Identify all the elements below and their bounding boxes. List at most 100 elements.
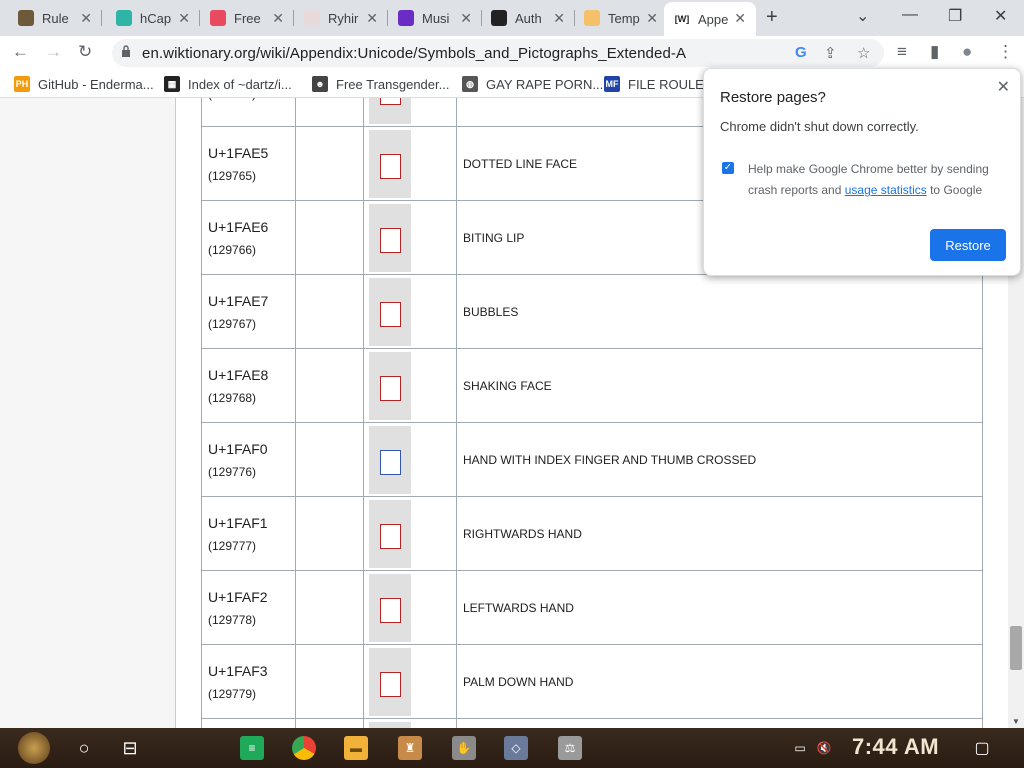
character-name: LEFTWARDS HAND — [463, 600, 574, 615]
tab-search-chevron-icon[interactable]: ⌄ — [856, 6, 869, 26]
scroll-down-arrow-icon[interactable]: ▼ — [1012, 717, 1020, 726]
pinned-app-icon-3[interactable]: ⚖ — [558, 736, 582, 760]
tab-close-icon[interactable]: ✕ — [272, 10, 284, 27]
reload-button[interactable]: ↻ — [78, 42, 92, 62]
decimal-text: (129776) — [208, 464, 257, 479]
profile-avatar-icon[interactable]: ● — [962, 42, 972, 62]
codepoint-cell: (129764) — [201, 98, 296, 127]
share-icon[interactable]: ⇪ — [824, 44, 837, 62]
character-name-cell: RIGHTWARDS HAND — [456, 496, 983, 571]
character-name-cell: LEFTWARDS HAND — [456, 570, 983, 645]
taskbar-clock[interactable]: 7:44 AM — [852, 734, 939, 760]
tab-5[interactable]: Auth ✕ — [481, 4, 575, 32]
tab-2[interactable]: Free ✕ — [200, 4, 294, 32]
pinned-app-icon-2[interactable]: ✋ — [452, 736, 476, 760]
glyph-cell — [363, 126, 457, 201]
usage-statistics-link[interactable]: usage statistics — [845, 183, 927, 197]
bookmark-star-icon[interactable]: ☆ — [857, 44, 870, 62]
bookmark-item[interactable]: PH GitHub - Enderma... — [14, 76, 154, 92]
dialog-message: Chrome didn't shut down correctly. — [720, 119, 919, 134]
minimize-button[interactable]: — — [902, 6, 918, 24]
restore-button[interactable]: Restore — [930, 229, 1006, 261]
codepoint-cell: U+1FAF1 (129777) — [201, 496, 296, 571]
empty-cell — [295, 570, 364, 645]
missing-glyph-icon — [380, 449, 401, 475]
tab-title: Ryhir — [328, 10, 359, 26]
tab-close-icon[interactable]: ✕ — [734, 10, 746, 27]
tab-close-icon[interactable]: ✕ — [553, 10, 565, 27]
browser-toolbar: ← → ↻ en.wiktionary.org/wiki/Appendix:Un… — [0, 36, 1024, 70]
glyph-background — [369, 203, 411, 272]
empty-cell — [295, 496, 364, 571]
bookmark-favicon-icon: MF — [604, 76, 620, 92]
tab-close-icon[interactable]: ✕ — [646, 10, 658, 27]
back-button[interactable]: ← — [12, 42, 29, 62]
codepoint-cell: U+1FAE7 (129767) — [201, 274, 296, 349]
character-name: DOTTED LINE FACE — [463, 156, 578, 171]
table-row: U+1FAF1 (129777) RIGHTWARDS HAND — [201, 496, 983, 571]
empty-cell — [295, 718, 364, 728]
bookmark-item[interactable]: ◍ GAY RAPE PORN... — [462, 76, 603, 92]
maximize-button[interactable]: ❐ — [948, 6, 962, 26]
crash-report-checkbox[interactable]: ✓ — [722, 162, 734, 174]
tab-0[interactable]: Rule ✕ — [8, 4, 102, 32]
google-lens-icon[interactable]: G — [795, 44, 807, 61]
codepoint-text: U+1FAE6 — [208, 218, 269, 235]
forward-button[interactable]: → — [45, 42, 62, 62]
tab-close-icon[interactable]: ✕ — [80, 10, 92, 27]
character-name-cell — [456, 718, 983, 728]
chrome-menu-icon[interactable]: ⋮ — [997, 42, 1014, 62]
new-tab-button[interactable]: + — [766, 6, 778, 29]
side-panel-icon[interactable]: ▮ — [930, 42, 939, 62]
missing-glyph-icon — [380, 523, 401, 549]
3d-app-icon[interactable]: ◇ — [504, 736, 528, 760]
bookmark-item[interactable]: MF FILE ROULET — [604, 76, 712, 92]
start-button[interactable] — [18, 732, 50, 764]
glyph-cell — [363, 718, 457, 728]
tab-favicon-icon — [210, 10, 226, 26]
tab-strip: Rule ✕ hCap ✕ Free ✕ Ryhir ✕ Musi ✕ Auth ✕ Temp ✕ [W] A… — [0, 0, 1024, 36]
tab-favicon-icon — [116, 10, 132, 26]
bookmark-item[interactable]: ▦ Index of ~dartz/i... — [164, 76, 292, 92]
empty-cell — [295, 274, 364, 349]
volume-muted-icon[interactable]: 🔇 — [812, 736, 836, 760]
address-bar[interactable]: en.wiktionary.org/wiki/Appendix:Unicode/… — [112, 39, 884, 67]
missing-glyph-icon — [380, 98, 401, 105]
empty-cell — [295, 348, 364, 423]
lock-icon[interactable] — [121, 45, 131, 57]
dialog-close-icon[interactable]: ✕ — [997, 77, 1010, 97]
missing-glyph-icon — [380, 153, 401, 179]
tab-7[interactable]: [W] Appe ✕ — [664, 2, 756, 36]
bookmark-label: Index of ~dartz/i... — [188, 76, 292, 92]
decimal-text: (129766) — [208, 242, 257, 257]
pinned-app-icon[interactable]: ♜ — [398, 736, 422, 760]
scrollbar-thumb[interactable] — [1010, 626, 1022, 670]
tab-4[interactable]: Musi ✕ — [388, 4, 482, 32]
url-text[interactable]: en.wiktionary.org/wiki/Appendix:Unicode/… — [142, 45, 686, 62]
table-row: U+1FAF2 (129778) LEFTWARDS HAND — [201, 570, 983, 645]
media-controls-icon[interactable]: ≡ — [897, 42, 907, 62]
tab-6[interactable]: Temp ✕ — [574, 4, 668, 32]
network-icon[interactable]: ▭ — [788, 736, 812, 760]
codepoint-text: U+1FAF2 — [208, 588, 268, 605]
character-name-cell: BUBBLES — [456, 274, 983, 349]
tab-3[interactable]: Ryhir ✕ — [294, 4, 388, 32]
tab-title: hCap — [140, 10, 172, 26]
window-close-button[interactable]: ✕ — [994, 6, 1007, 26]
sheets-app-icon[interactable]: ≡ — [240, 736, 264, 760]
search-icon[interactable]: ○ — [72, 736, 96, 760]
tab-close-icon[interactable]: ✕ — [366, 10, 378, 27]
tab-close-icon[interactable]: ✕ — [460, 10, 472, 27]
codepoint-text: U+1FAF1 — [208, 514, 268, 531]
crash-report-label: Help make Google Chrome better by sendin… — [748, 159, 1008, 201]
character-name: BUBBLES — [463, 304, 519, 319]
tab-close-icon[interactable]: ✕ — [178, 10, 190, 27]
notifications-icon[interactable]: ▢ — [970, 736, 994, 760]
tab-1[interactable]: hCap ✕ — [106, 4, 200, 32]
file-explorer-icon[interactable]: ▬ — [344, 736, 368, 760]
table-row: U+1FAE8 (129768) SHAKING FACE — [201, 348, 983, 423]
task-view-icon[interactable]: ⊟ — [118, 736, 142, 760]
codepoint-cell: U+1FAF3 (129779) — [201, 644, 296, 719]
bookmark-item[interactable]: ☻ Free Transgender... — [312, 76, 449, 92]
chrome-app-icon[interactable] — [292, 736, 316, 760]
